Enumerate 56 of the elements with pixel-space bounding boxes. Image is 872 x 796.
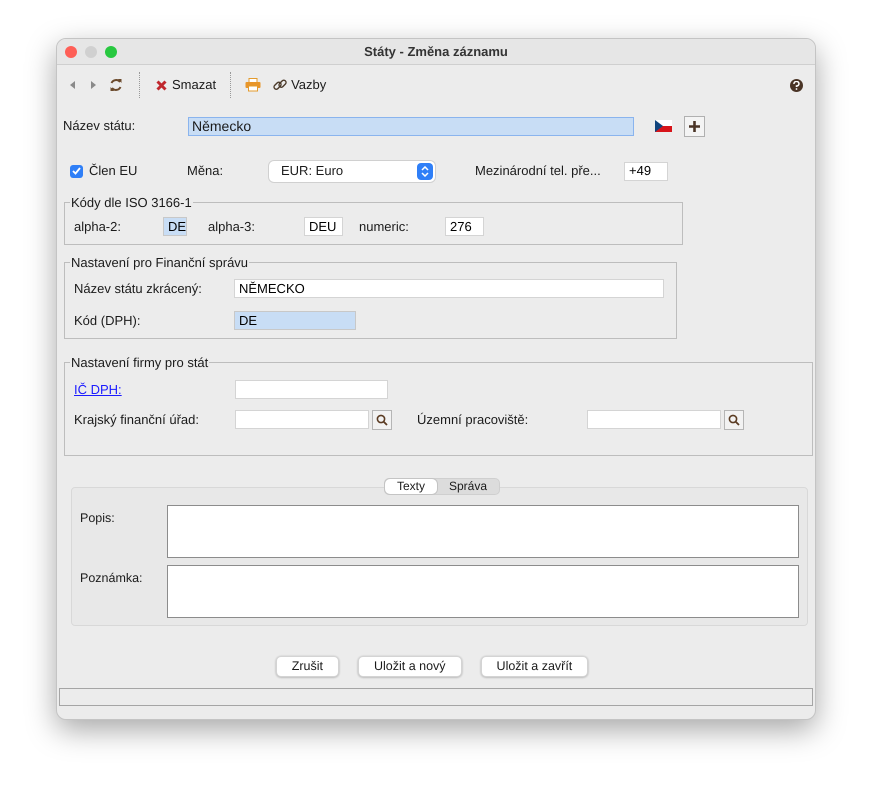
tab[interactable]: Texty (384, 478, 437, 494)
text-field[interactable] (235, 410, 369, 429)
field-label: Krajský finanční úřad: (74, 410, 200, 429)
printer-icon[interactable] (245, 78, 262, 92)
checkbox-label: Člen EU (89, 162, 138, 180)
text-area[interactable] (166, 504, 799, 558)
text-field[interactable]: +49 (624, 162, 668, 180)
field-label: Poznámka: (80, 570, 144, 586)
eu-member-checkbox[interactable] (70, 164, 83, 178)
search-button[interactable] (372, 410, 392, 430)
field-label: Název státu: (63, 117, 136, 136)
forward-icon[interactable] (89, 80, 97, 90)
vat-id-link[interactable]: IČ DPH: (74, 380, 235, 400)
text-field[interactable]: DE (234, 311, 356, 330)
country-name-field[interactable]: Německo (188, 116, 634, 136)
chain-link-icon (273, 78, 288, 92)
text-area[interactable] (166, 564, 799, 618)
flag-icon (655, 120, 672, 132)
search-button[interactable] (724, 410, 744, 430)
zoom-button[interactable] (105, 46, 117, 58)
tab[interactable]: Správa (436, 478, 500, 494)
search-icon (376, 414, 388, 426)
text-field[interactable]: 276 (445, 216, 484, 236)
field-label: alpha-3: (208, 218, 256, 236)
delete-button[interactable]: Smazat (156, 75, 216, 95)
plus-icon (689, 120, 700, 132)
close-button[interactable] (65, 46, 77, 58)
links-button[interactable]: Vazby (273, 75, 326, 95)
field-label: Název státu zkrácený: (74, 280, 203, 298)
help-icon[interactable] (790, 78, 803, 92)
text-field[interactable] (587, 410, 721, 429)
dialog-button[interactable]: Uložit a nový (358, 656, 462, 676)
field-label: Měna: (187, 162, 224, 180)
field-label: Kód (DPH): (74, 312, 142, 330)
field-label: numeric: (359, 218, 410, 236)
field-label: alpha-2: (74, 218, 122, 236)
add-button[interactable] (684, 116, 705, 136)
search-icon (728, 414, 740, 426)
group-title: Nastavení pro Finanční správu (70, 254, 250, 272)
cross-icon (156, 80, 167, 90)
stepper-icon (417, 162, 433, 180)
group-title: Kódy dle ISO 3166-1 (70, 194, 193, 212)
text-field[interactable]: DEU (304, 216, 343, 236)
text-field[interactable]: NĚMECKO (234, 278, 664, 298)
text-field[interactable]: DE (163, 216, 187, 236)
currency-select[interactable]: EUR: Euro (269, 160, 435, 182)
refresh-icon[interactable] (109, 78, 123, 92)
back-icon[interactable] (69, 80, 77, 90)
window-title: Státy - Změna záznamu (364, 42, 508, 61)
text-field[interactable] (235, 380, 388, 400)
dialog-button[interactable]: Zrušit (276, 656, 339, 676)
field-label: Popis: (80, 510, 116, 527)
group-title: Nastavení firmy pro stát (70, 354, 210, 372)
field-label: Mezinárodní tel. pře... (475, 162, 602, 180)
dialog-button[interactable]: Uložit a zavřít (480, 656, 588, 676)
field-label: Územní pracoviště: (417, 410, 530, 429)
